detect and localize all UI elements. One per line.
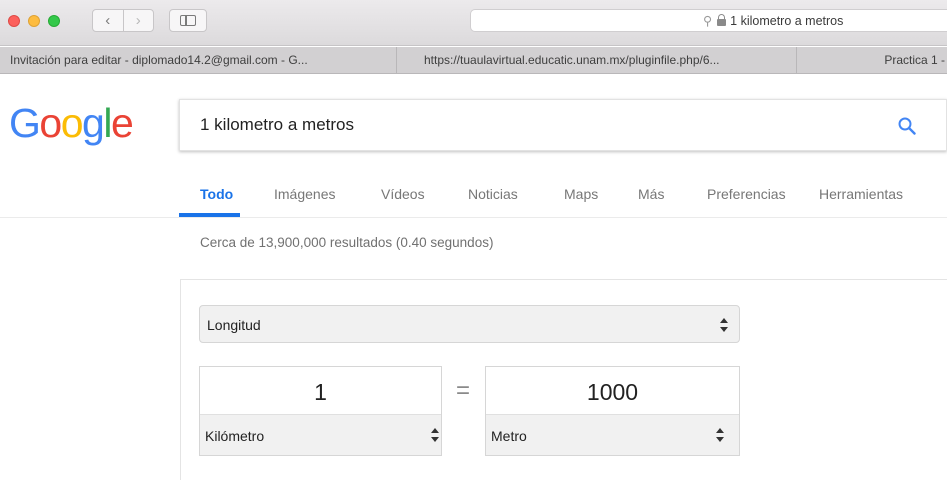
chevron-right-icon: › <box>135 12 141 29</box>
from-unit-select[interactable]: Kilómetro <box>200 414 441 455</box>
to-unit-box: 1000 Metro <box>485 366 740 456</box>
logo-letter: o <box>60 100 84 146</box>
tab-todo[interactable]: Todo <box>200 186 233 202</box>
logo-letter: e <box>110 100 134 146</box>
lock-icon <box>717 14 727 26</box>
logo-letter: G <box>9 100 41 146</box>
tab-preferencias[interactable]: Preferencias <box>707 186 786 202</box>
sidebar-toggle-button[interactable] <box>169 9 207 32</box>
tab-mas[interactable]: Más <box>638 186 664 202</box>
address-text: 1 kilometro a metros <box>730 13 844 28</box>
tab-herramientas[interactable]: Herramientas <box>819 186 903 202</box>
tab-maps[interactable]: Maps <box>564 186 598 202</box>
search-icon: ⚲ <box>703 14 713 28</box>
to-unit-label: Metro <box>491 428 527 444</box>
search-icon[interactable] <box>898 117 916 135</box>
to-value-input[interactable]: 1000 <box>486 379 739 406</box>
tab-imagenes[interactable]: Imágenes <box>274 186 335 202</box>
select-arrows-icon <box>715 428 725 442</box>
logo-letter: l <box>103 100 112 146</box>
browser-tab-invitation[interactable]: Invitación para editar - diplomado14.2@g… <box>0 47 397 73</box>
result-tabs: Todo Imágenes Vídeos Noticias Maps Más P… <box>0 150 947 218</box>
forward-button[interactable]: › <box>122 10 154 31</box>
google-logo[interactable]: Google <box>9 100 134 146</box>
browser-tab-practica[interactable]: Practica 1 - <box>797 47 947 73</box>
from-unit-box: 1 Kilómetro <box>199 366 442 456</box>
category-label: Longitud <box>207 317 261 333</box>
to-unit-select[interactable]: Metro <box>486 414 739 455</box>
back-button[interactable]: ‹ <box>93 10 123 31</box>
from-unit-label: Kilómetro <box>205 428 265 444</box>
close-window-button[interactable] <box>8 15 20 27</box>
address-bar[interactable]: ⚲ 1 kilometro a metros <box>470 9 947 32</box>
logo-letter: g <box>82 100 105 146</box>
address-content: ⚲ 1 kilometro a metros <box>703 13 844 29</box>
chevron-left-icon: ‹ <box>105 12 111 29</box>
history-nav: ‹ › <box>92 9 154 32</box>
select-arrows-icon <box>719 318 729 332</box>
result-stats: Cerca de 13,900,000 resultados (0.40 seg… <box>200 235 494 250</box>
tab-videos[interactable]: Vídeos <box>381 186 425 202</box>
from-value-input[interactable]: 1 <box>200 379 441 406</box>
tab-bar: Invitación para editar - diplomado14.2@g… <box>0 47 947 74</box>
tab-noticias[interactable]: Noticias <box>468 186 518 202</box>
active-tab-indicator <box>179 213 240 217</box>
search-input[interactable]: 1 kilometro a metros <box>200 115 354 135</box>
search-box[interactable]: 1 kilometro a metros <box>179 99 947 151</box>
fullscreen-window-button[interactable] <box>48 15 60 27</box>
category-select[interactable]: Longitud <box>199 305 740 343</box>
select-arrows-icon <box>430 428 440 442</box>
sidebar-icon <box>180 15 196 26</box>
logo-letter: o <box>39 100 62 146</box>
browser-toolbar: ‹ › ⚲ 1 kilometro a metros <box>0 0 947 46</box>
equals-sign: = <box>456 377 471 404</box>
browser-tab-aula-virtual[interactable]: https://tuaulavirtual.educatic.unam.mx/p… <box>397 47 797 73</box>
minimize-window-button[interactable] <box>28 15 40 27</box>
